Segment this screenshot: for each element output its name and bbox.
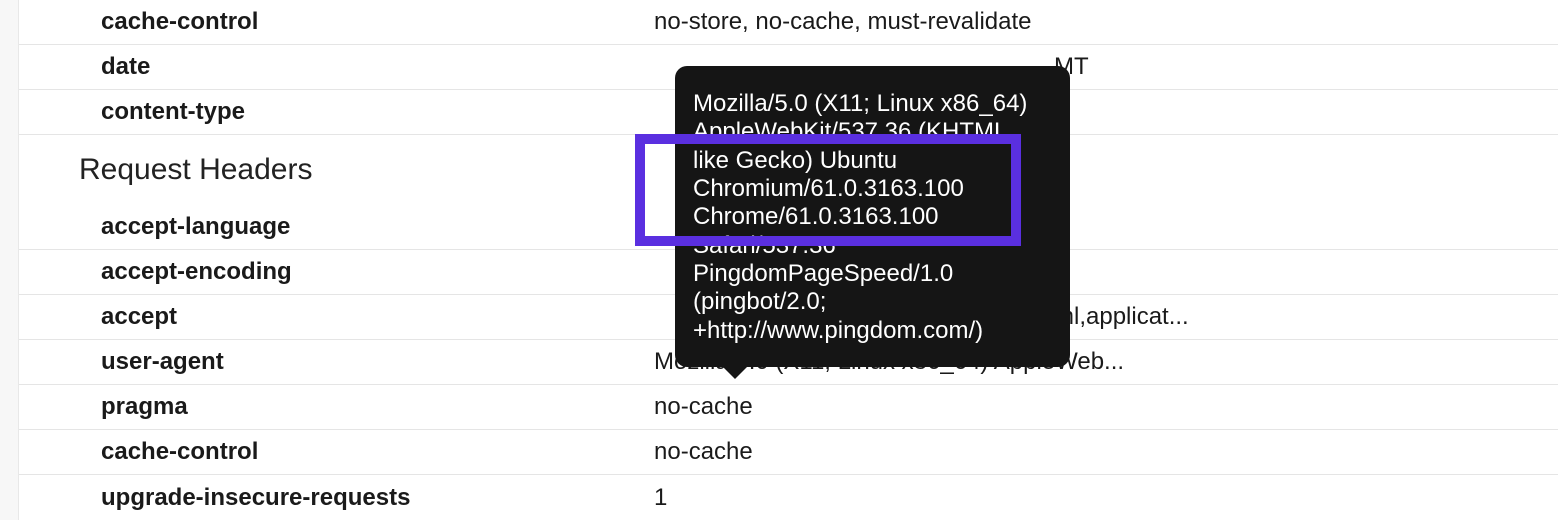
header-name: accept-encoding (19, 258, 654, 286)
tooltip-line: Chromium/61.0.3163.100 (693, 175, 1052, 203)
header-value: no-store, no-cache, must-revalidate (654, 8, 1558, 36)
tooltip-line: like Gecko) Ubuntu (693, 147, 1052, 175)
user-agent-tooltip: Mozilla/5.0 (X11; Linux x86_64) AppleWeb… (675, 66, 1070, 367)
header-name: accept-language (19, 213, 654, 241)
header-value: no-cache (654, 438, 1558, 466)
table-row[interactable]: pragma no-cache (19, 385, 1558, 430)
tooltip-line: AppleWebKit/537.36 (KHTML, (693, 118, 1052, 146)
tooltip-line: Chrome/61.0.3163.100 (693, 203, 1052, 231)
tooltip-line: +http://www.pingdom.com/) (693, 317, 1052, 345)
tooltip-line: PingdomPageSpeed/1.0 (693, 260, 1052, 288)
tooltip-line: (pingbot/2.0; (693, 288, 1052, 316)
table-row[interactable]: upgrade-insecure-requests 1 (19, 475, 1558, 520)
header-name: cache-control (19, 438, 654, 466)
header-name: cache-control (19, 8, 654, 36)
header-name: user-agent (19, 348, 654, 376)
table-row[interactable]: cache-control no-cache (19, 430, 1558, 475)
header-name: upgrade-insecure-requests (19, 484, 654, 512)
tooltip-line: Safari/537.36 (693, 232, 1052, 260)
header-value: no-cache (654, 393, 1558, 421)
table-row[interactable]: cache-control no-store, no-cache, must-r… (19, 0, 1558, 45)
header-name: content-type (19, 98, 654, 126)
tooltip-line: Mozilla/5.0 (X11; Linux x86_64) (693, 90, 1052, 118)
header-name: date (19, 53, 654, 81)
header-name: accept (19, 303, 654, 331)
header-value: 1 (654, 484, 1558, 512)
header-name: pragma (19, 393, 654, 421)
